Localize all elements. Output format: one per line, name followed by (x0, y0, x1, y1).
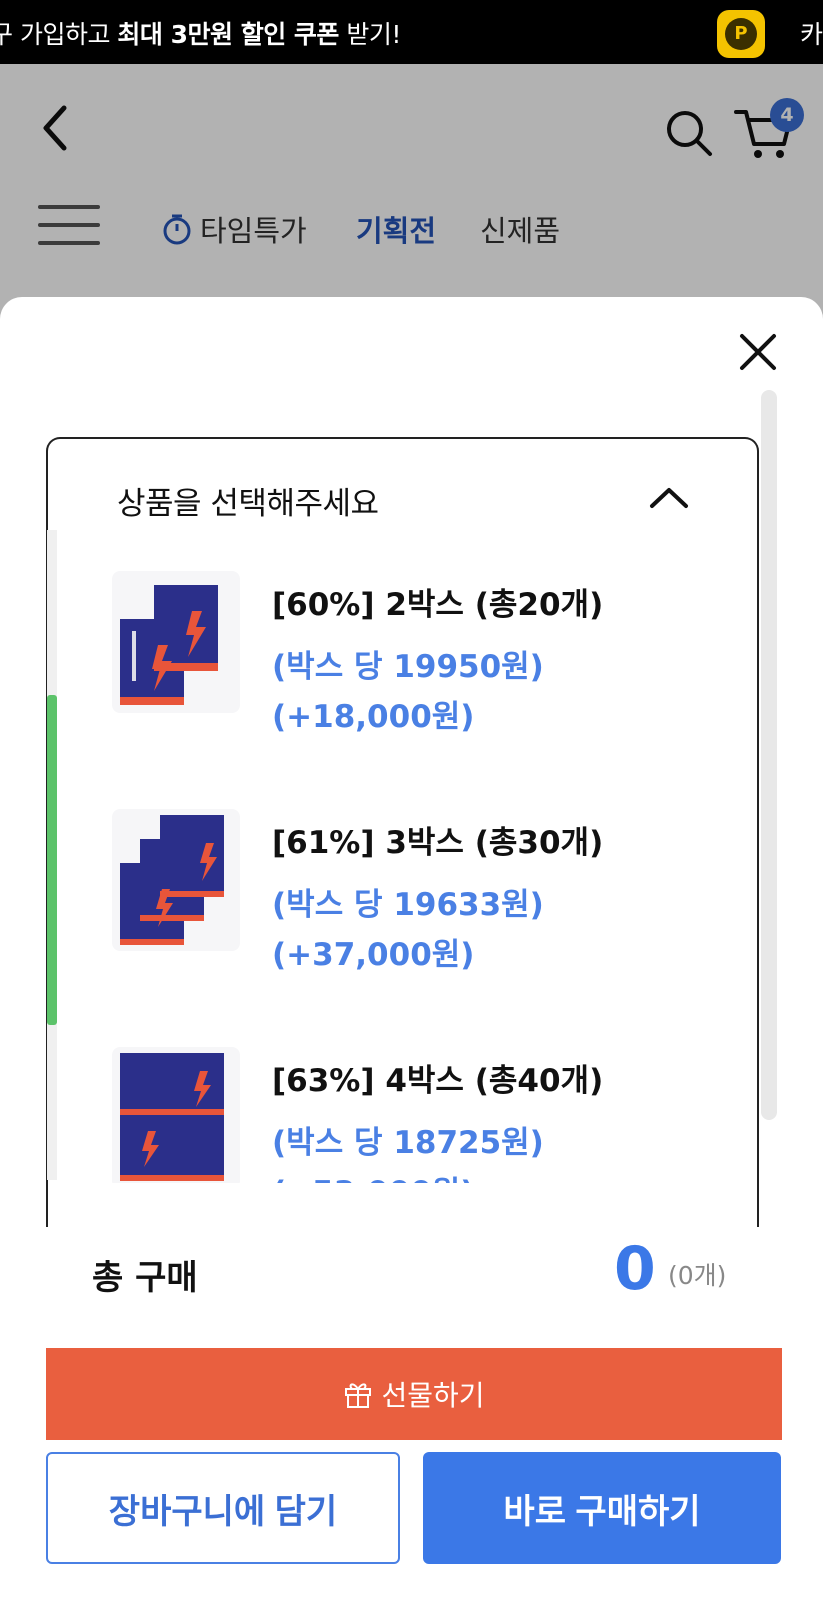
add-to-cart-button[interactable]: 장바구니에 담기 (46, 1452, 400, 1564)
point-badge-icon: P (717, 10, 765, 58)
option-name: [63%] 4박스 (총40개) (272, 1063, 604, 1099)
option-list-clip (48, 1183, 757, 1228)
promo-banner[interactable]: 구 가입하고 최대 3만원 할인 쿠폰 받기! P 카 (0, 0, 823, 64)
product-thumbnail (112, 809, 240, 951)
total-count: (0개) (668, 1261, 727, 1290)
close-button[interactable] (738, 332, 778, 372)
option-additional-price: (+18,000원) (272, 699, 475, 735)
promo-text-right: 카 (800, 20, 823, 49)
promo-text: 구 가입하고 최대 3만원 할인 쿠폰 받기! (0, 20, 401, 49)
total-amount: 0 (614, 1234, 656, 1304)
option-unit-price: (박스 당 19633원) (272, 887, 544, 923)
gift-button[interactable]: 선물하기 (46, 1348, 782, 1440)
option-item[interactable]: [61%] 3박스 (총30개) (박스 당 19633원) (+37,000원… (112, 809, 732, 1009)
option-unit-price: (박스 당 19950원) (272, 649, 544, 685)
option-item[interactable]: [60%] 2박스 (총20개) (박스 당 19950원) (+18,000원… (112, 571, 732, 771)
option-name: [60%] 2박스 (총20개) (272, 587, 604, 623)
product-thumbnail (112, 1047, 240, 1189)
option-additional-price: (+37,000원) (272, 937, 475, 973)
gift-icon (345, 1383, 372, 1408)
chevron-up-icon[interactable] (648, 484, 690, 510)
product-thumbnail (112, 571, 240, 713)
option-select-title[interactable]: 상품을 선택해주세요 (117, 478, 379, 523)
option-name: [61%] 3박스 (총30개) (272, 825, 604, 861)
sheet-scrollbar[interactable] (761, 390, 777, 1120)
buy-now-button[interactable]: 바로 구매하기 (423, 1452, 781, 1564)
option-unit-price: (박스 당 18725원) (272, 1125, 544, 1161)
option-list-scrollbar[interactable] (47, 695, 57, 1025)
total-label: 총 구매 (92, 1258, 198, 1298)
close-icon (740, 334, 776, 370)
